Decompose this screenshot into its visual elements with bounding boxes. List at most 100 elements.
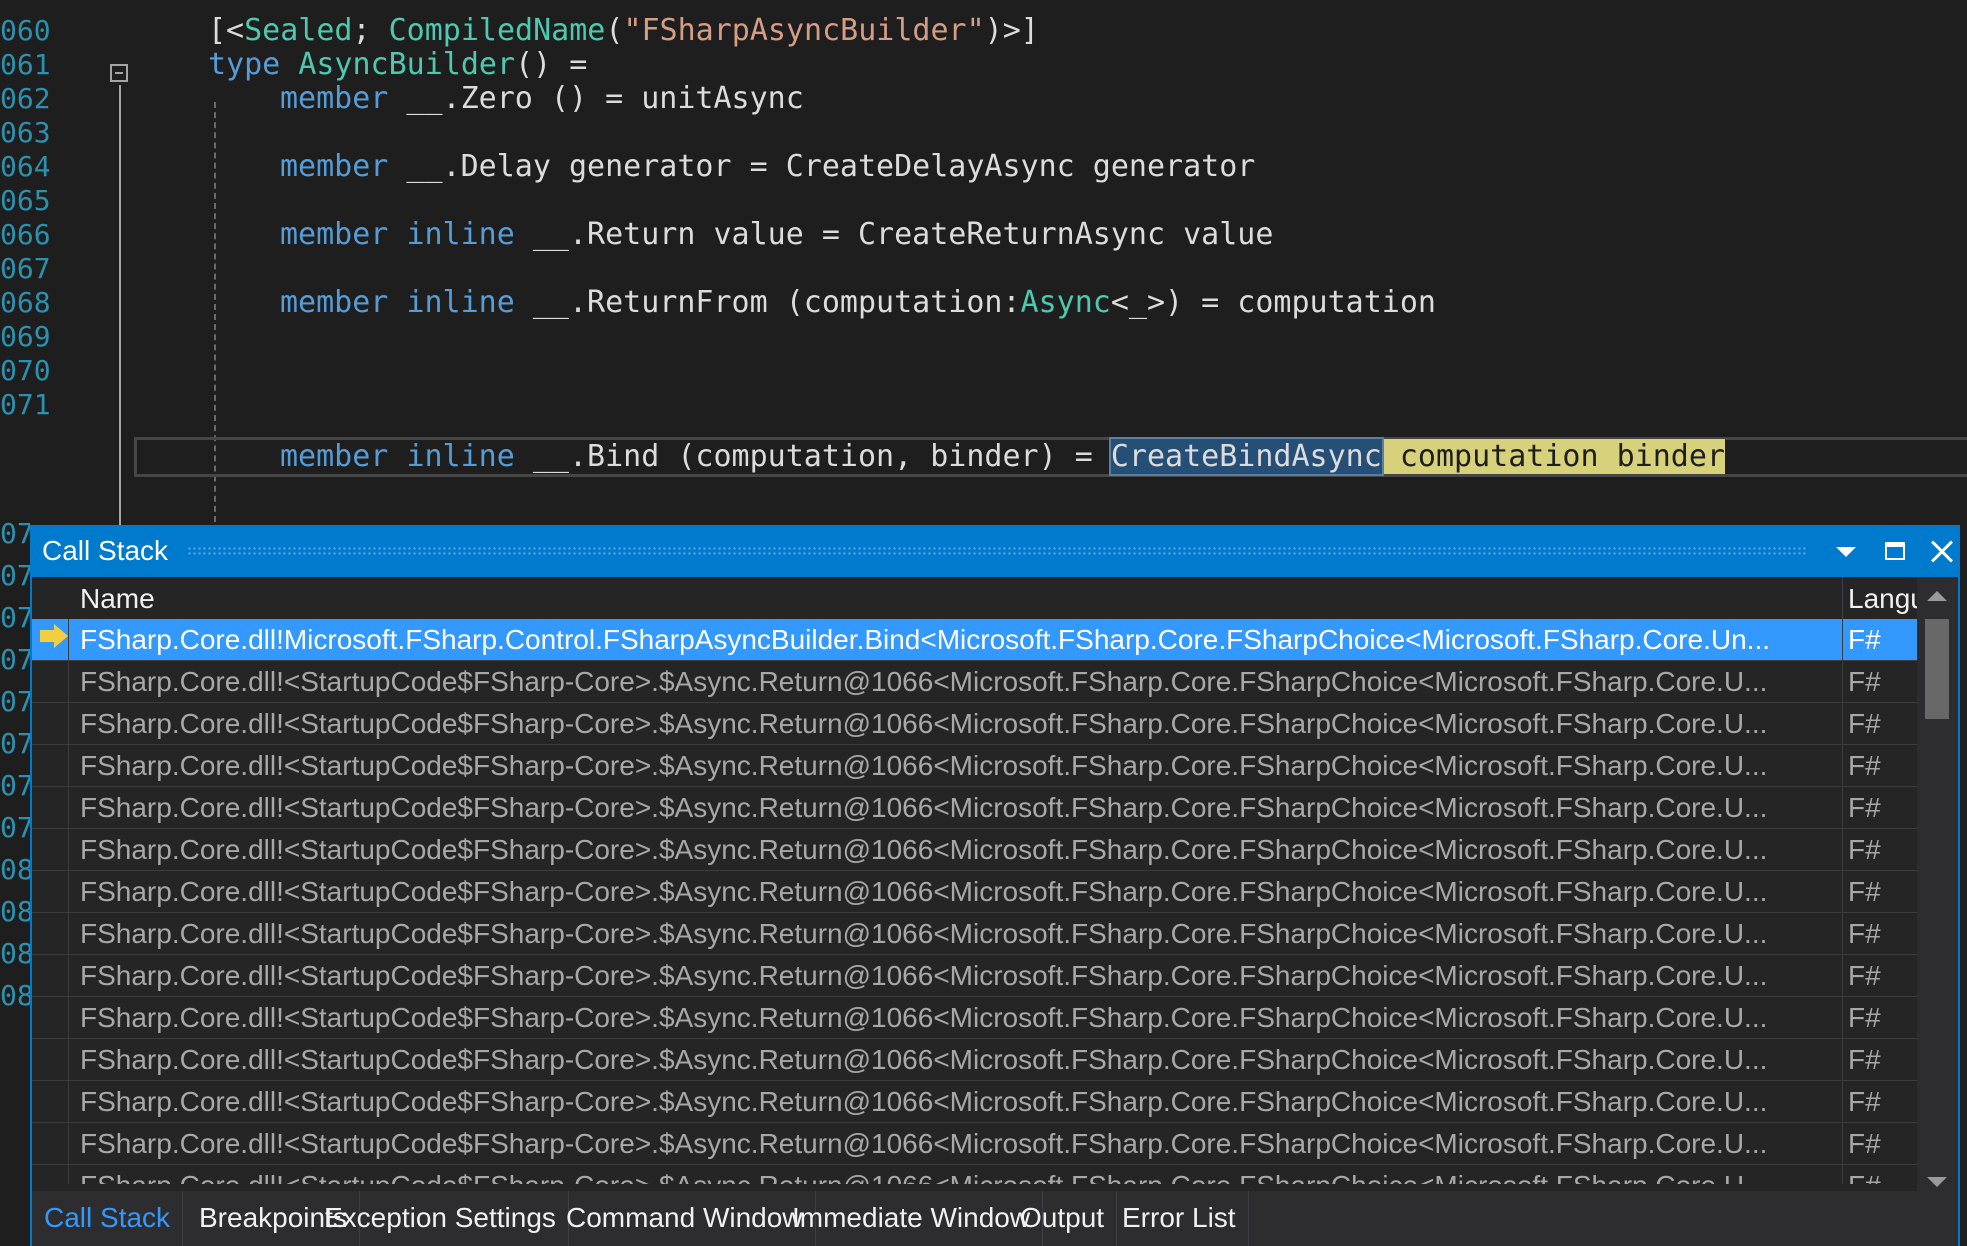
cell-separator bbox=[1842, 997, 1843, 1039]
line-number: 067 bbox=[0, 252, 51, 285]
call-stack-row[interactable]: FSharp.Core.dll!<StartupCode$FSharp-Core… bbox=[32, 913, 1917, 955]
hidden-line-numbers: 072 073 074 075 076 077 078 079 080 081 082 083 bbox=[0, 517, 30, 1246]
line-number: 062 bbox=[0, 82, 51, 115]
line-number: 065 bbox=[0, 184, 51, 217]
call-stack-row[interactable]: FSharp.Core.dll!Microsoft.FSharp.Control… bbox=[32, 619, 1917, 661]
call-stack-row[interactable]: FSharp.Core.dll!<StartupCode$FSharp-Core… bbox=[32, 1081, 1917, 1123]
call-stack-list[interactable]: FSharp.Core.dll!Microsoft.FSharp.Control… bbox=[32, 619, 1917, 1184]
line-number: 068 bbox=[0, 286, 51, 319]
line-number: 081 bbox=[0, 895, 30, 928]
line-number: 063 bbox=[0, 116, 51, 149]
frame-name: FSharp.Core.dll!<StartupCode$FSharp-Core… bbox=[80, 1086, 1768, 1117]
cell-separator bbox=[1842, 661, 1843, 703]
frame-name: FSharp.Core.dll!<StartupCode$FSharp-Core… bbox=[80, 918, 1768, 949]
column-header-name[interactable]: Name bbox=[80, 583, 155, 615]
line-number: 079 bbox=[0, 811, 30, 844]
code-line-bind: member inline __.Bind (computation, bind… bbox=[280, 437, 1725, 476]
call-stack-row[interactable]: FSharp.Core.dll!<StartupCode$FSharp-Core… bbox=[32, 1165, 1917, 1184]
cell-separator bbox=[1842, 829, 1843, 871]
call-stack-row[interactable]: FSharp.Core.dll!<StartupCode$FSharp-Core… bbox=[32, 661, 1917, 703]
line-number: 074 bbox=[0, 601, 30, 634]
tab-command-window[interactable]: Command Window bbox=[554, 1191, 816, 1246]
call-stack-row[interactable]: FSharp.Core.dll!<StartupCode$FSharp-Core… bbox=[32, 745, 1917, 787]
vertical-scrollbar[interactable] bbox=[1917, 577, 1958, 1207]
maximize-icon[interactable] bbox=[1877, 533, 1913, 569]
line-number: 060 bbox=[0, 14, 51, 47]
drag-grip[interactable] bbox=[187, 546, 1808, 556]
call-stack-panel[interactable]: Call Stack Name Language FSharp.Core.dll… bbox=[30, 525, 1960, 1246]
call-stack-row[interactable]: FSharp.Core.dll!<StartupCode$FSharp-Core… bbox=[32, 871, 1917, 913]
line-number: 061 bbox=[0, 48, 51, 81]
line-number: 075 bbox=[0, 643, 30, 676]
line-number: 080 bbox=[0, 853, 30, 886]
cell-separator bbox=[1842, 745, 1843, 787]
code-line-zero: member __.Zero () = unitAsync bbox=[280, 81, 804, 116]
cell-separator bbox=[1842, 787, 1843, 829]
line-number: 082 bbox=[0, 937, 30, 970]
scroll-thumb[interactable] bbox=[1925, 619, 1949, 719]
tab-immediate-window[interactable]: Immediate Window bbox=[780, 1191, 1044, 1246]
row-gutter bbox=[32, 955, 69, 997]
frame-language: F# bbox=[1848, 666, 1881, 697]
tab-call-stack[interactable]: Call Stack bbox=[32, 1191, 184, 1246]
line-number: 069 bbox=[0, 320, 51, 353]
row-gutter bbox=[32, 997, 69, 1039]
scroll-up-icon[interactable] bbox=[1927, 591, 1947, 601]
line-number: 072 bbox=[0, 517, 30, 550]
frame-name: FSharp.Core.dll!Microsoft.FSharp.Control… bbox=[80, 624, 1771, 655]
row-gutter bbox=[32, 703, 69, 745]
call-stack-row[interactable]: FSharp.Core.dll!<StartupCode$FSharp-Core… bbox=[32, 955, 1917, 997]
code-line-returnfrom: member inline __.ReturnFrom (computation… bbox=[280, 285, 1436, 320]
line-number: 064 bbox=[0, 150, 51, 183]
column-header-row: Name Language bbox=[32, 577, 1918, 619]
collapse-icon[interactable] bbox=[110, 64, 128, 82]
call-stack-row[interactable]: FSharp.Core.dll!<StartupCode$FSharp-Core… bbox=[32, 829, 1917, 871]
row-gutter bbox=[32, 1081, 69, 1123]
close-icon[interactable] bbox=[1924, 533, 1960, 569]
tab-exception-settings[interactable]: Exception Settings bbox=[312, 1191, 569, 1246]
line-number: 071 bbox=[0, 388, 51, 421]
row-gutter bbox=[32, 871, 69, 913]
code-editor[interactable]: 060 061 062 063 064 065 066 067 068 069 070 071 [<S… bbox=[0, 0, 1967, 525]
frame-language: F# bbox=[1848, 708, 1881, 739]
tab-error-list[interactable]: Error List bbox=[1110, 1191, 1249, 1246]
line-number: 070 bbox=[0, 354, 51, 387]
call-stack-row[interactable]: FSharp.Core.dll!<StartupCode$FSharp-Core… bbox=[32, 997, 1917, 1039]
row-gutter bbox=[32, 661, 69, 703]
frame-language: F# bbox=[1848, 960, 1881, 991]
cell-separator bbox=[1842, 703, 1843, 745]
call-stack-row[interactable]: FSharp.Core.dll!<StartupCode$FSharp-Core… bbox=[32, 1039, 1917, 1081]
frame-language: F# bbox=[1848, 834, 1881, 865]
frame-name: FSharp.Core.dll!<StartupCode$FSharp-Core… bbox=[80, 1128, 1768, 1159]
tab-output[interactable]: Output bbox=[1008, 1191, 1118, 1246]
frame-name: FSharp.Core.dll!<StartupCode$FSharp-Core… bbox=[80, 1002, 1768, 1033]
call-stack-row[interactable]: FSharp.Core.dll!<StartupCode$FSharp-Core… bbox=[32, 703, 1917, 745]
frame-name: FSharp.Core.dll!<StartupCode$FSharp-Core… bbox=[80, 792, 1768, 823]
cell-separator bbox=[1842, 1081, 1843, 1123]
frame-name: FSharp.Core.dll!<StartupCode$FSharp-Core… bbox=[80, 1044, 1768, 1075]
cell-separator bbox=[1842, 1165, 1843, 1184]
line-number: 073 bbox=[0, 559, 30, 592]
line-number: 077 bbox=[0, 727, 30, 760]
line-number: 076 bbox=[0, 685, 30, 718]
row-gutter bbox=[32, 619, 69, 661]
row-gutter bbox=[32, 745, 69, 787]
cell-separator bbox=[1842, 1039, 1843, 1081]
code-line-return: member inline __.Return value = CreateRe… bbox=[280, 217, 1274, 252]
column-separator[interactable] bbox=[1842, 577, 1843, 619]
frame-language: F# bbox=[1848, 1044, 1881, 1075]
column-header-language[interactable]: Language bbox=[1848, 583, 1918, 615]
frame-name: FSharp.Core.dll!<StartupCode$FSharp-Core… bbox=[80, 1170, 1835, 1184]
frame-language: F# bbox=[1848, 1128, 1881, 1159]
frame-language: F# bbox=[1848, 1170, 1881, 1184]
tool-window-tabs: Call Stack Breakpoints Exception Settings C… bbox=[32, 1191, 1958, 1246]
cell-separator bbox=[1842, 871, 1843, 913]
current-frame-arrow-icon bbox=[40, 624, 68, 648]
row-gutter bbox=[32, 829, 69, 871]
scroll-down-icon[interactable] bbox=[1927, 1177, 1947, 1187]
call-stack-row[interactable]: FSharp.Core.dll!<StartupCode$FSharp-Core… bbox=[32, 1123, 1917, 1165]
call-stack-row[interactable]: FSharp.Core.dll!<StartupCode$FSharp-Core… bbox=[32, 787, 1917, 829]
row-gutter bbox=[32, 913, 69, 955]
panel-titlebar[interactable]: Call Stack bbox=[32, 525, 1958, 577]
window-position-dropdown-icon[interactable] bbox=[1827, 533, 1863, 569]
